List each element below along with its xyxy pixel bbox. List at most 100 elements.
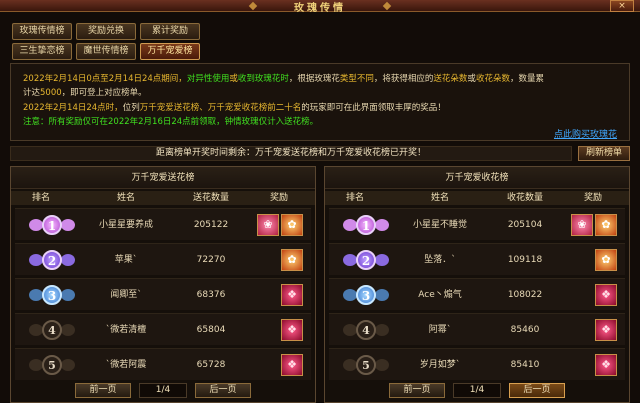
- info-text-segment: 万千宠爱送花榜、万千宠爱收花榜前二十名: [139, 103, 302, 113]
- tab-reward-exchange[interactable]: 奖励兑换: [76, 23, 136, 40]
- flower-count: 108022: [507, 290, 543, 300]
- next-page-button[interactable]: 后一页: [195, 383, 251, 398]
- player-name[interactable]: 坠落．`: [385, 244, 495, 276]
- medal-wing-icon: [343, 289, 357, 301]
- table-row: 5 岁月如梦` 85410 ❖: [329, 348, 625, 380]
- pagination: 前一页 1/4 后一页: [325, 383, 629, 398]
- reward-item-icon[interactable]: ✿: [595, 214, 617, 236]
- flower-count: 205122: [193, 220, 229, 230]
- page-indicator: 1/4: [453, 383, 501, 398]
- rank-medal-icon: 1: [343, 212, 389, 238]
- reward-item-icon[interactable]: ❖: [595, 319, 617, 341]
- receive-flower-ranking-panel: 万千宠爱收花榜 排名 姓名 收花数量 奖励 1 小星星不睡觉 205104 ❀ ✿ 2 坠落．` 109…: [324, 166, 630, 403]
- rank-medal-icon: 4: [29, 317, 75, 343]
- flower-count: 65804: [196, 325, 226, 335]
- flower-count: 65728: [196, 360, 226, 370]
- info-text-segment: 2022年2月14日0点至2月14日24点期间，: [23, 74, 187, 84]
- player-name[interactable]: 闻卿至`: [71, 279, 181, 311]
- info-line-1: 2022年2月14日0点至2月14日24点期间，对异性使用或收到玫瑰花时，根据玫…: [23, 72, 544, 84]
- reward-item-icon[interactable]: ✿: [595, 249, 617, 271]
- reward-item-icon[interactable]: ✿: [281, 249, 303, 271]
- prev-page-button[interactable]: 前一页: [75, 383, 131, 398]
- table-row: 1 小星星不睡觉 205104 ❀ ✿: [329, 208, 625, 240]
- reward-item-icon[interactable]: ❀: [257, 214, 279, 236]
- rank-number: 1: [42, 215, 62, 235]
- prev-page-button[interactable]: 前一页: [389, 383, 445, 398]
- sub-tabs: 三生挚恋榜 魔世传情榜 万千宠爱榜: [12, 43, 200, 60]
- rank-number: 1: [356, 215, 376, 235]
- tab-wanqian-rank[interactable]: 万千宠爱榜: [140, 43, 200, 60]
- countdown-text: 距离榜单开奖时间剩余：万千宠爱送花榜和万千宠爱收花榜已开奖！: [10, 146, 572, 161]
- rank-number: 4: [42, 320, 62, 340]
- rank-number: 5: [356, 355, 376, 375]
- player-name[interactable]: 苹果`: [71, 244, 181, 276]
- close-button[interactable]: ×: [610, 0, 634, 12]
- player-name[interactable]: 小星星不睡觉: [385, 209, 495, 241]
- reward-item-icon[interactable]: ✿: [281, 214, 303, 236]
- table-row: 3 闻卿至` 68376 ❖: [15, 278, 311, 310]
- rank-number: 5: [42, 355, 62, 375]
- tab-moshi-rank[interactable]: 魔世传情榜: [76, 43, 136, 60]
- pagination: 前一页 1/4 后一页: [11, 383, 315, 398]
- column-header: 奖励: [269, 193, 288, 203]
- rank-medal-icon: 5: [343, 352, 389, 378]
- info-text-segment: ，根据玫瑰花: [288, 74, 340, 84]
- player-name[interactable]: `微若阿震: [71, 349, 181, 381]
- info-text-segment: ，将获得相应的: [373, 74, 434, 84]
- medal-wing-icon: [343, 219, 357, 231]
- buy-rose-link[interactable]: 点此购买玫瑰花: [554, 127, 617, 140]
- next-page-button[interactable]: 后一页: [509, 383, 565, 398]
- info-text-segment: 计达: [23, 88, 41, 98]
- info-text-segment: 2022年2月14日24点时，: [23, 103, 123, 113]
- info-line-2: 计达5000，即可登上对应榜单。: [23, 86, 147, 98]
- table-row: 3 Ace丶煽气 108022 ❖: [329, 278, 625, 310]
- column-header-row: 排名 姓名 收花数量 奖励: [325, 191, 629, 205]
- table-row: 4 阿幂` 85460 ❖: [329, 313, 625, 345]
- main-tabs: 玫瑰传情榜 奖励兑换 累计奖励: [12, 23, 200, 40]
- panel-title: 万千宠爱送花榜: [11, 167, 315, 189]
- medal-wing-icon: [343, 359, 357, 371]
- column-header: 收花数量: [506, 193, 543, 203]
- rank-medal-icon: 1: [29, 212, 75, 238]
- reward-item-icon[interactable]: ❖: [595, 354, 617, 376]
- reward-item-icon[interactable]: ❖: [281, 354, 303, 376]
- player-name[interactable]: `微若清檀: [71, 314, 181, 346]
- rank-number: 2: [356, 250, 376, 270]
- window-titlebar: 玫瑰传情 ×: [0, 0, 640, 14]
- tab-rose-rank[interactable]: 玫瑰传情榜: [12, 23, 72, 40]
- column-header: 姓名: [116, 193, 135, 203]
- tab-cumulative-reward[interactable]: 累计奖励: [140, 23, 200, 40]
- table-row: 5 `微若阿震 65728 ❖: [15, 348, 311, 380]
- page-indicator: 1/4: [139, 383, 187, 398]
- player-name[interactable]: 岁月如梦`: [385, 349, 495, 381]
- info-text-segment: 送花朵数: [433, 74, 468, 84]
- column-header: 奖励: [583, 193, 602, 203]
- info-text-segment: 注意：所有奖励仅可在2022年2月16日24点前领取，钟情玫瑰仅计入送花榜。: [23, 117, 319, 127]
- refresh-ranking-button[interactable]: 刷新榜单: [578, 146, 630, 161]
- player-name[interactable]: 阿幂`: [385, 314, 495, 346]
- table-row: 4 `微若清檀 65804 ❖: [15, 313, 311, 345]
- flower-count: 85460: [510, 325, 540, 335]
- info-text-segment: 位列: [122, 103, 140, 113]
- flower-count: 72270: [196, 255, 226, 265]
- rank-medal-icon: 3: [343, 282, 389, 308]
- medal-wing-icon: [29, 324, 43, 336]
- reward-item-icon[interactable]: ❖: [281, 284, 303, 306]
- table-row: 1 小星星要养成 205122 ❀ ✿: [15, 208, 311, 240]
- info-text-segment: 5000: [40, 88, 62, 98]
- window-title: 玫瑰传情: [294, 3, 346, 14]
- medal-wing-icon: [343, 254, 357, 266]
- info-text-segment: 类型不同: [339, 74, 374, 84]
- reward-item-icon[interactable]: ❖: [281, 319, 303, 341]
- player-name[interactable]: 小星星要养成: [71, 209, 181, 241]
- medal-wing-icon: [29, 289, 43, 301]
- send-flower-ranking-panel: 万千宠爱送花榜 排名 姓名 送花数量 奖励 1 小星星要养成 205122 ❀ ✿ 2 苹果` 7227…: [10, 166, 316, 403]
- tab-sansheng-rank[interactable]: 三生挚恋榜: [12, 43, 72, 60]
- flower-count: 109118: [507, 255, 543, 265]
- table-row: 2 坠落．` 109118 ✿: [329, 243, 625, 275]
- reward-item-icon[interactable]: ❖: [595, 284, 617, 306]
- reward-item-icon[interactable]: ❀: [571, 214, 593, 236]
- rank-number: 3: [42, 285, 62, 305]
- player-name[interactable]: Ace丶煽气: [385, 279, 495, 311]
- info-text-segment: 的玩家即可在此界面领取丰厚的奖品！: [301, 103, 446, 113]
